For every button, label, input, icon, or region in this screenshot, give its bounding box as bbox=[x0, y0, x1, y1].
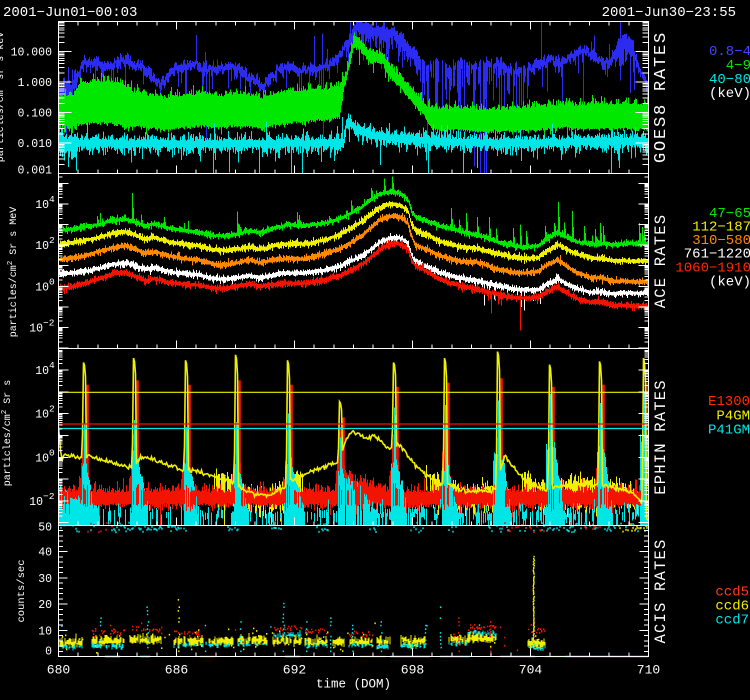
svg-text:time (DOM): time (DOM) bbox=[316, 678, 391, 692]
svg-text:20: 20 bbox=[38, 599, 52, 612]
svg-text:40: 40 bbox=[38, 547, 52, 560]
svg-text:710: 710 bbox=[637, 663, 660, 678]
svg-text:704: 704 bbox=[519, 663, 543, 678]
svg-text:2001−Jun30−23:55: 2001−Jun30−23:55 bbox=[602, 5, 736, 21]
svg-text:particles/cm2 Sr s: particles/cm2 Sr s bbox=[1, 380, 14, 487]
svg-text:(keV): (keV) bbox=[709, 86, 750, 102]
svg-text:ACE RATES: ACE RATES bbox=[652, 214, 670, 309]
svg-text:10: 10 bbox=[29, 496, 43, 509]
svg-text:EPHIN RATES: EPHIN RATES bbox=[652, 379, 670, 495]
svg-text:2001−Jun01−00:03: 2001−Jun01−00:03 bbox=[3, 5, 137, 21]
svg-text:10: 10 bbox=[35, 409, 49, 422]
svg-text:0.001: 0.001 bbox=[17, 165, 52, 178]
svg-text:ACIS RATES: ACIS RATES bbox=[652, 538, 670, 643]
svg-text:30: 30 bbox=[38, 573, 52, 586]
svg-text:0.010: 0.010 bbox=[17, 138, 52, 151]
svg-text:10: 10 bbox=[35, 281, 49, 294]
svg-text:2: 2 bbox=[49, 404, 55, 415]
svg-text:0: 0 bbox=[49, 276, 55, 287]
svg-text:686: 686 bbox=[165, 663, 188, 678]
svg-text:10: 10 bbox=[35, 240, 49, 253]
svg-text:10: 10 bbox=[35, 452, 49, 465]
svg-text:10: 10 bbox=[38, 625, 52, 638]
svg-text:−2: −2 bbox=[43, 491, 55, 502]
svg-text:0: 0 bbox=[49, 447, 55, 458]
svg-text:10: 10 bbox=[35, 199, 49, 212]
svg-text:10: 10 bbox=[29, 322, 43, 335]
svg-text:0: 0 bbox=[45, 646, 52, 659]
svg-text:(keV): (keV) bbox=[709, 275, 750, 291]
svg-text:50: 50 bbox=[38, 522, 52, 535]
svg-text:0.100: 0.100 bbox=[17, 108, 52, 121]
svg-text:10.000: 10.000 bbox=[11, 47, 53, 60]
svg-text:2: 2 bbox=[49, 235, 55, 246]
svg-text:particles/cm2 sr s keV: particles/cm2 sr s keV bbox=[0, 32, 7, 163]
svg-text:counts/sec: counts/sec bbox=[16, 559, 28, 622]
svg-text:−2: −2 bbox=[43, 317, 55, 328]
svg-text:GOES8 RATES: GOES8 RATES bbox=[652, 31, 671, 163]
svg-text:P41GM: P41GM bbox=[708, 423, 750, 439]
svg-text:4: 4 bbox=[49, 194, 55, 205]
svg-text:680: 680 bbox=[47, 663, 70, 678]
svg-text:particles/cm2 Sr s MeV: particles/cm2 Sr s MeV bbox=[7, 207, 20, 338]
svg-text:698: 698 bbox=[401, 663, 424, 678]
svg-text:1.000: 1.000 bbox=[17, 77, 52, 90]
svg-text:10: 10 bbox=[35, 365, 49, 378]
svg-text:4: 4 bbox=[49, 360, 55, 371]
svg-text:ccd7: ccd7 bbox=[715, 613, 749, 629]
svg-text:692: 692 bbox=[283, 663, 306, 678]
